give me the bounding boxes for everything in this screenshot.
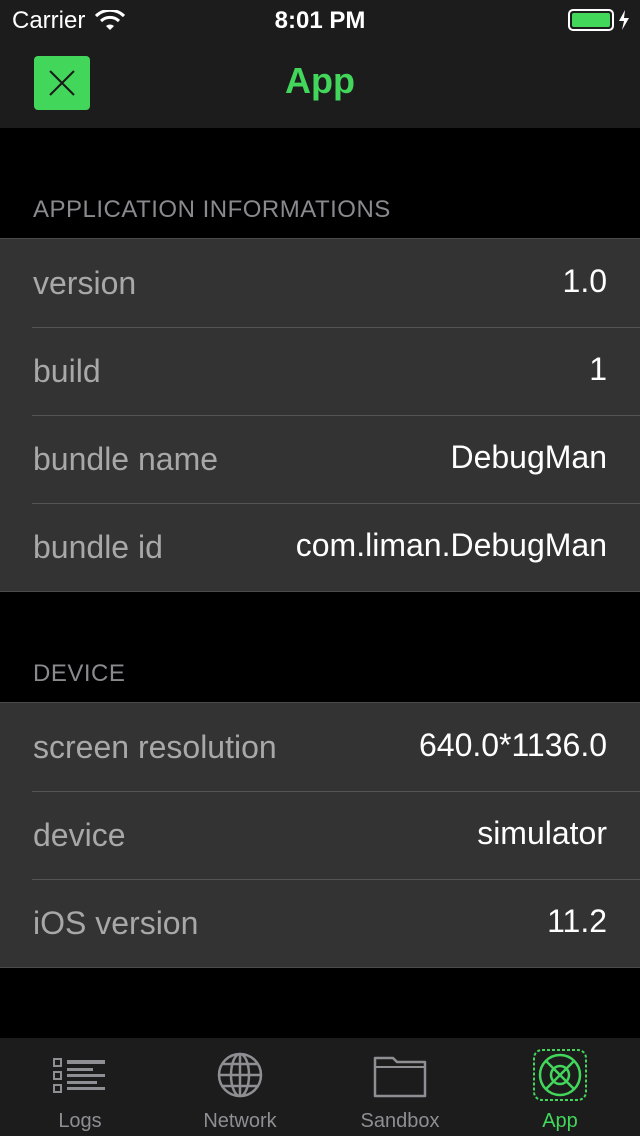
info-row-device[interactable]: device simulator	[0, 791, 640, 879]
status-time: 8:01 PM	[274, 7, 366, 34]
tab-bar: Logs Network Sandbox App	[0, 1038, 640, 1136]
tab-label: Sandbox	[360, 1110, 440, 1132]
tab-app[interactable]: App	[480, 1038, 640, 1136]
row-value: 640.0*1136.0	[418, 727, 607, 763]
info-row-version[interactable]: version 1.0	[0, 239, 640, 327]
navigation-bar: App	[0, 40, 640, 128]
section-header-application: APPLICATION INFORMATIONS	[33, 196, 391, 223]
row-label: iOS version	[33, 905, 199, 941]
row-value: 11.2	[547, 903, 607, 939]
tab-label: Network	[203, 1110, 277, 1132]
info-row-build[interactable]: build 1	[0, 327, 640, 415]
battery	[568, 9, 630, 31]
list-icon	[53, 1058, 105, 1093]
close-icon	[49, 70, 75, 96]
row-value: 1.0	[562, 263, 607, 299]
row-label: screen resolution	[33, 729, 277, 765]
charging-bolt-icon	[619, 10, 629, 30]
row-value: com.liman.DebugMan	[295, 527, 607, 563]
tab-logs[interactable]: Logs	[0, 1038, 160, 1136]
row-value: simulator	[477, 815, 607, 851]
globe-icon	[217, 1052, 263, 1098]
battery-icon	[568, 9, 614, 31]
device-info-group: screen resolution 640.0*1136.0 device si…	[0, 702, 640, 968]
row-label: bundle name	[33, 441, 219, 477]
status-bar: Carrier 8:01 PM	[0, 0, 640, 40]
tab-label: Logs	[58, 1110, 102, 1132]
section-header-device: DEVICE	[33, 660, 126, 687]
tab-label: App	[542, 1110, 578, 1132]
page-title: App	[285, 60, 355, 101]
app-icon	[533, 1049, 587, 1101]
info-row-bundle-name[interactable]: bundle name DebugMan	[0, 415, 640, 503]
row-label: version	[33, 265, 137, 301]
tab-sandbox[interactable]: Sandbox	[320, 1038, 480, 1136]
folder-icon	[373, 1056, 427, 1098]
application-info-group: version 1.0 build 1 bundle name DebugMan…	[0, 238, 640, 592]
row-label: build	[33, 353, 101, 389]
info-row-bundle-id[interactable]: bundle id com.liman.DebugMan	[0, 503, 640, 591]
info-row-screen-resolution[interactable]: screen resolution 640.0*1136.0	[0, 703, 640, 791]
row-label: bundle id	[33, 529, 163, 565]
close-button[interactable]	[34, 56, 90, 110]
row-value: 1	[589, 351, 607, 387]
row-label: device	[33, 817, 126, 853]
row-value: DebugMan	[450, 439, 607, 475]
tab-network[interactable]: Network	[160, 1038, 320, 1136]
info-row-ios-version[interactable]: iOS version 11.2	[0, 879, 640, 967]
